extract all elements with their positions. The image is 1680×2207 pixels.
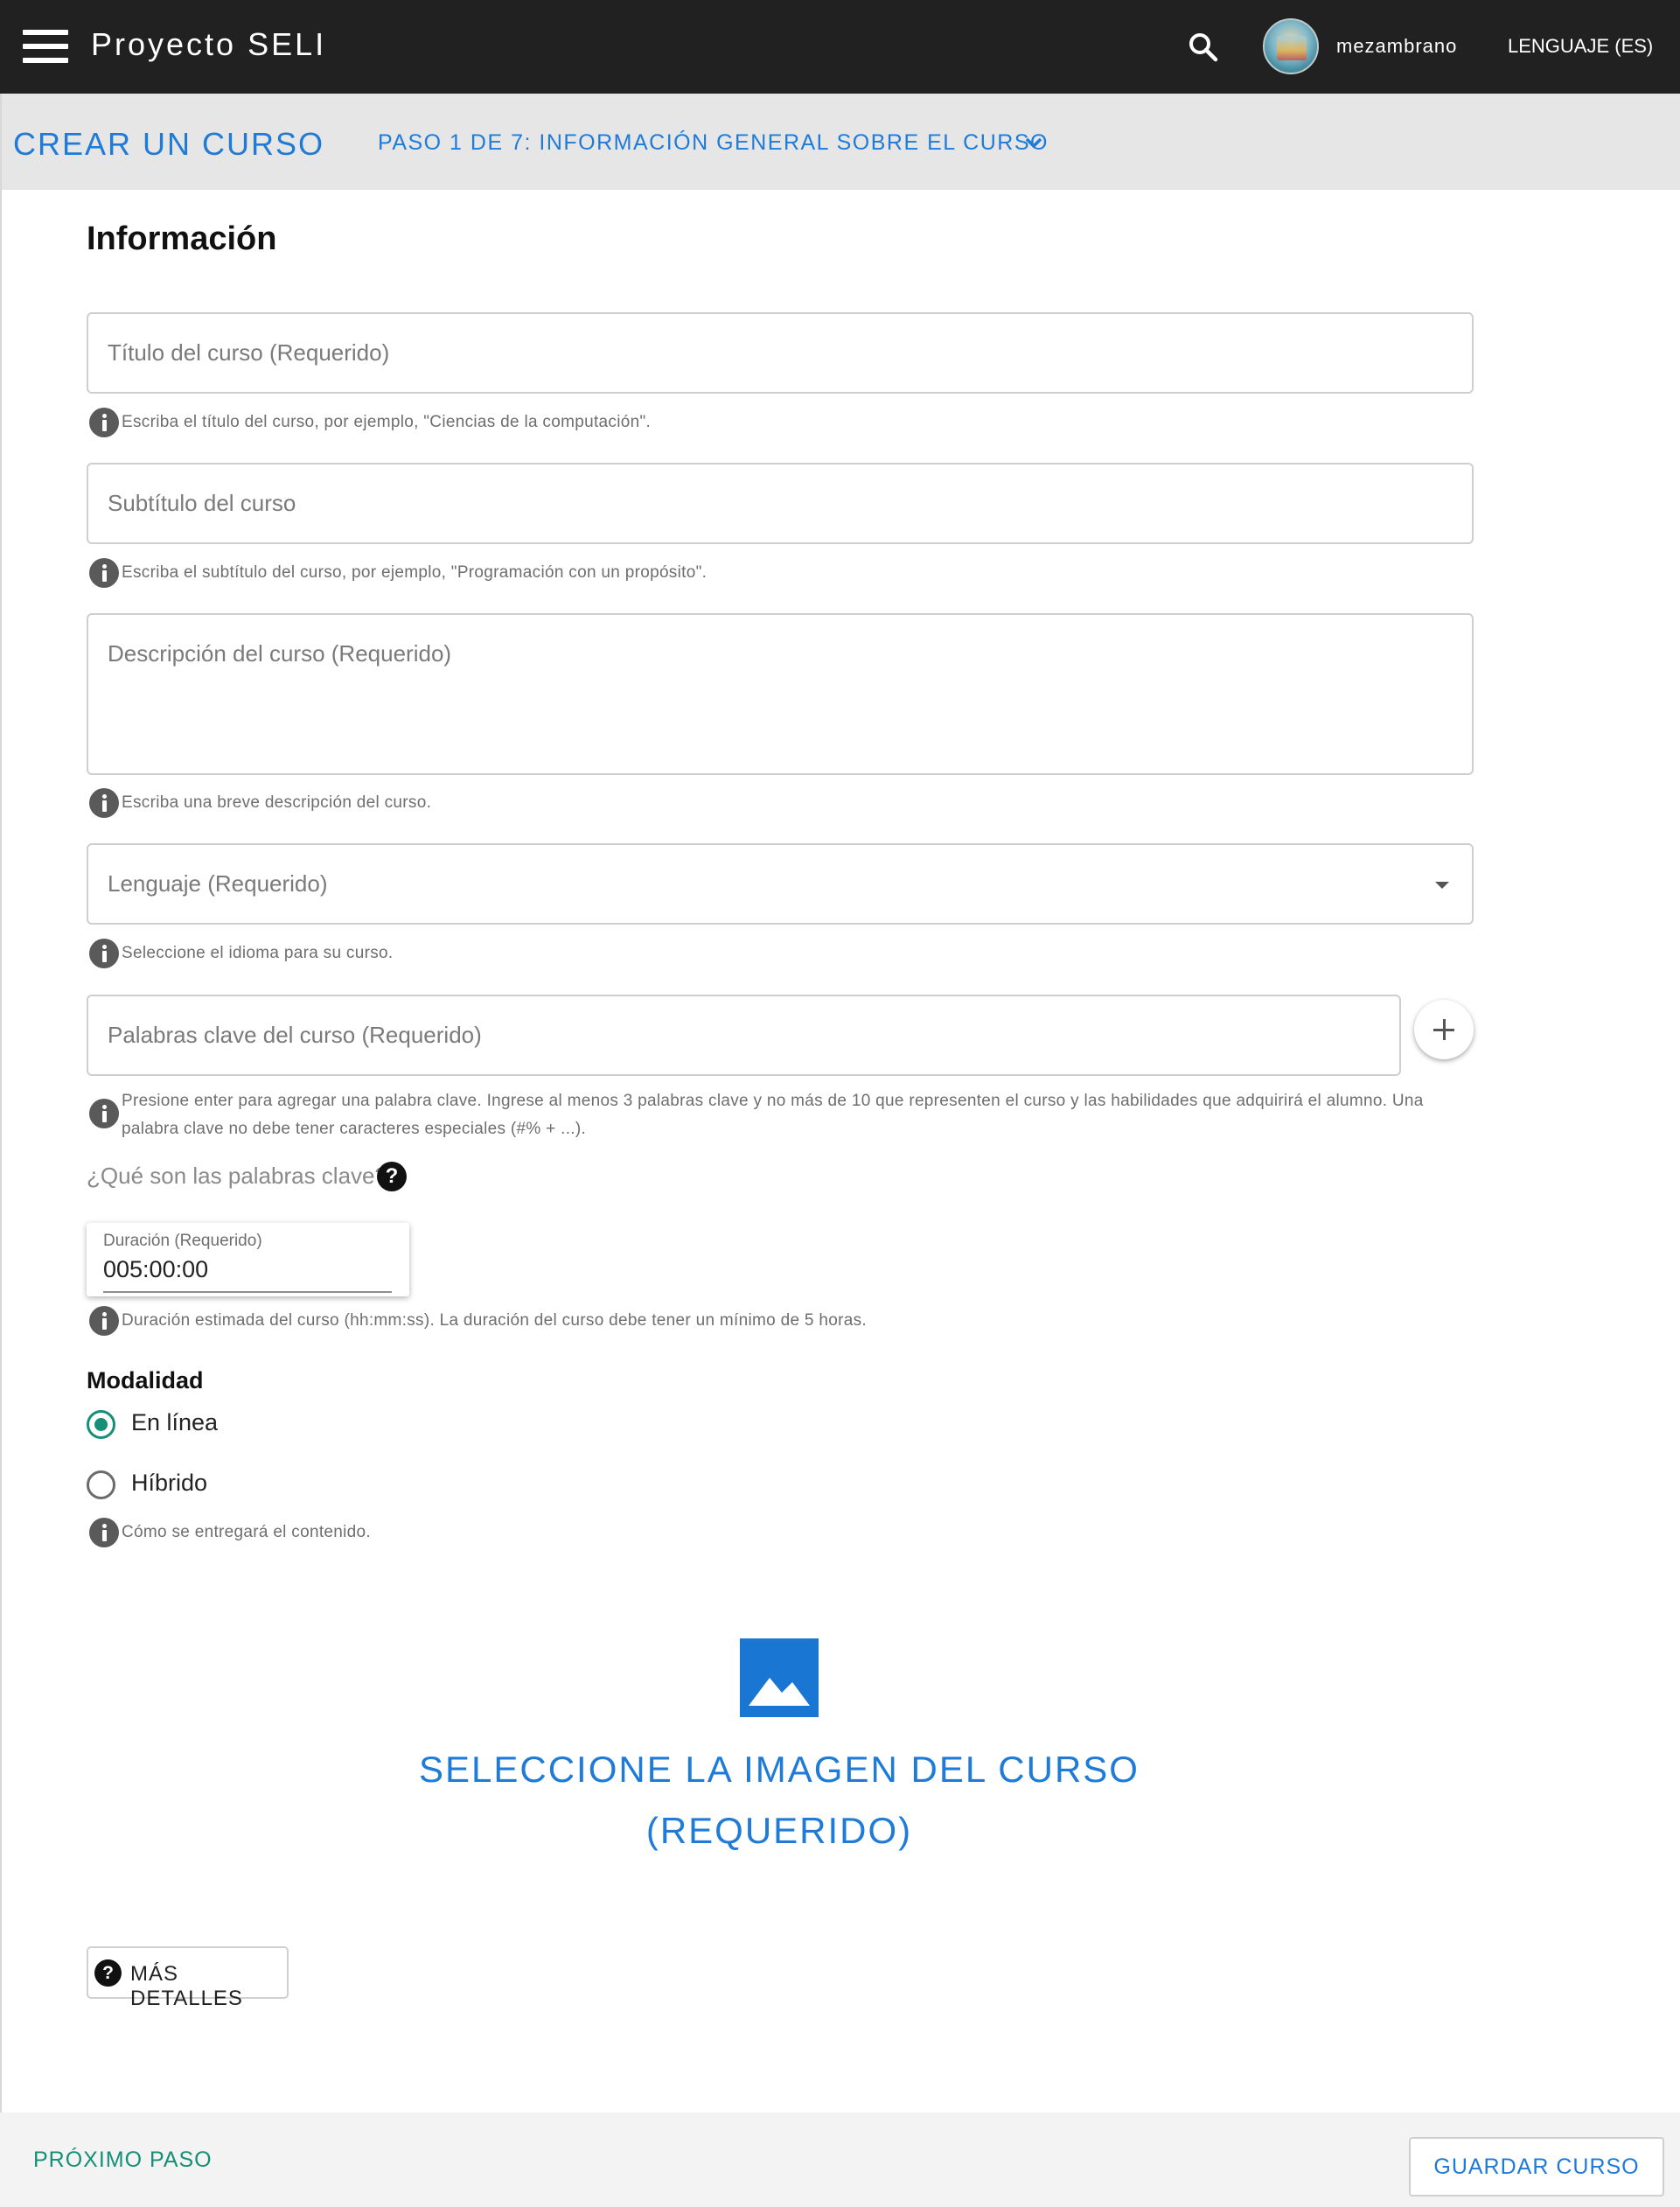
course-subtitle-placeholder: Subtítulo del curso [108,490,296,516]
language-helper: Seleccione el idioma para su curso. [122,944,394,962]
more-details-label: MÁS DETALLES [130,1962,243,2010]
avatar[interactable] [1263,18,1319,74]
course-description-textarea[interactable]: Descripción del curso (Requerido) [87,613,1474,775]
keywords-help-link[interactable]: ¿Qué son las palabras clave? [87,1163,387,1190]
modality-helper: Cómo se entregará el contenido. [122,1523,371,1541]
duration-input[interactable]: Duración (Requerido) 005:00:00 [87,1223,409,1296]
language-select-placeholder: Lenguaje (Requerido) [108,870,328,897]
course-subtitle-helper: Escriba el subtítulo del curso, por ejem… [122,563,708,582]
step-selector[interactable]: PASO 1 DE 7: INFORMACIÓN GENERAL SOBRE E… [378,130,1049,156]
footer-bar: PRÓXIMO PASO GUARDAR CURSO [0,2113,1680,2207]
search-icon[interactable] [1186,30,1221,65]
page-header: CREAR UN CURSO PASO 1 DE 7: INFORMACIÓN … [2,94,1680,190]
course-title-input[interactable]: Título del curso (Requerido) [87,312,1474,394]
page-title: CREAR UN CURSO [13,126,325,162]
duration-underline [103,1291,392,1293]
help-icon[interactable]: ? [377,1162,407,1191]
keywords-helper-line1: Presione enter para agregar una palabra … [122,1092,1424,1110]
course-description-helper: Escriba una breve descripción del curso. [122,793,432,812]
select-course-image-line1[interactable]: SELECCIONE LA IMAGEN DEL CURSO [367,1739,1191,1800]
info-icon [89,408,119,437]
course-subtitle-input[interactable]: Subtítulo del curso [87,463,1474,544]
radio-hybrid[interactable] [87,1470,115,1499]
course-title-helper: Escriba el título del curso, por ejemplo… [122,413,652,431]
info-icon [89,558,119,588]
section-title: Información [87,220,277,257]
radio-hybrid-label[interactable]: Híbrido [131,1470,207,1497]
username[interactable]: mezambrano [1336,35,1457,58]
menu-icon[interactable] [23,30,68,63]
chevron-down-icon[interactable] [1023,132,1044,153]
next-step-button[interactable]: PRÓXIMO PASO [33,2148,213,2173]
keywords-helper-line2: palabra clave no debe tener caracteres e… [122,1120,587,1138]
add-keyword-button[interactable] [1414,1000,1474,1059]
top-app-bar: Proyecto SELI mezambrano LENGUAJE (ES) [0,0,1680,94]
more-details-button[interactable]: ? MÁS DETALLES [87,1946,289,2010]
info-icon [89,1306,119,1336]
app-title[interactable]: Proyecto SELI [91,26,326,63]
duration-value[interactable]: 005:00:00 [103,1256,208,1283]
help-icon: ? [94,1959,122,1987]
select-course-image-line2[interactable]: (REQUERIDO) [367,1800,1191,1861]
select-course-image-button[interactable]: SELECCIONE LA IMAGEN DEL CURSO (REQUERID… [367,1739,1191,1861]
radio-online[interactable] [87,1410,115,1439]
info-icon [89,1099,119,1128]
course-title-placeholder: Título del curso (Requerido) [108,339,390,366]
info-icon [89,788,119,818]
language-button[interactable]: LENGUAJE (ES) [1508,35,1653,58]
modality-title: Modalidad [87,1367,204,1393]
course-description-placeholder: Descripción del curso (Requerido) [108,640,452,667]
left-border-divider [0,94,2,2113]
duration-label: Duración (Requerido) [103,1232,262,1250]
info-icon [89,939,119,968]
language-select[interactable]: Lenguaje (Requerido) [87,843,1474,925]
keywords-input[interactable]: Palabras clave del curso (Requerido) [87,995,1401,1076]
info-icon [89,1518,119,1547]
radio-online-label[interactable]: En línea [131,1409,218,1436]
dropdown-caret-icon[interactable] [1435,882,1449,889]
duration-helper: Duración estimada del curso (hh:mm:ss). … [122,1311,867,1330]
image-icon[interactable] [740,1638,819,1717]
save-course-button[interactable]: GUARDAR CURSO [1409,2137,1664,2197]
keywords-placeholder: Palabras clave del curso (Requerido) [108,1022,482,1048]
